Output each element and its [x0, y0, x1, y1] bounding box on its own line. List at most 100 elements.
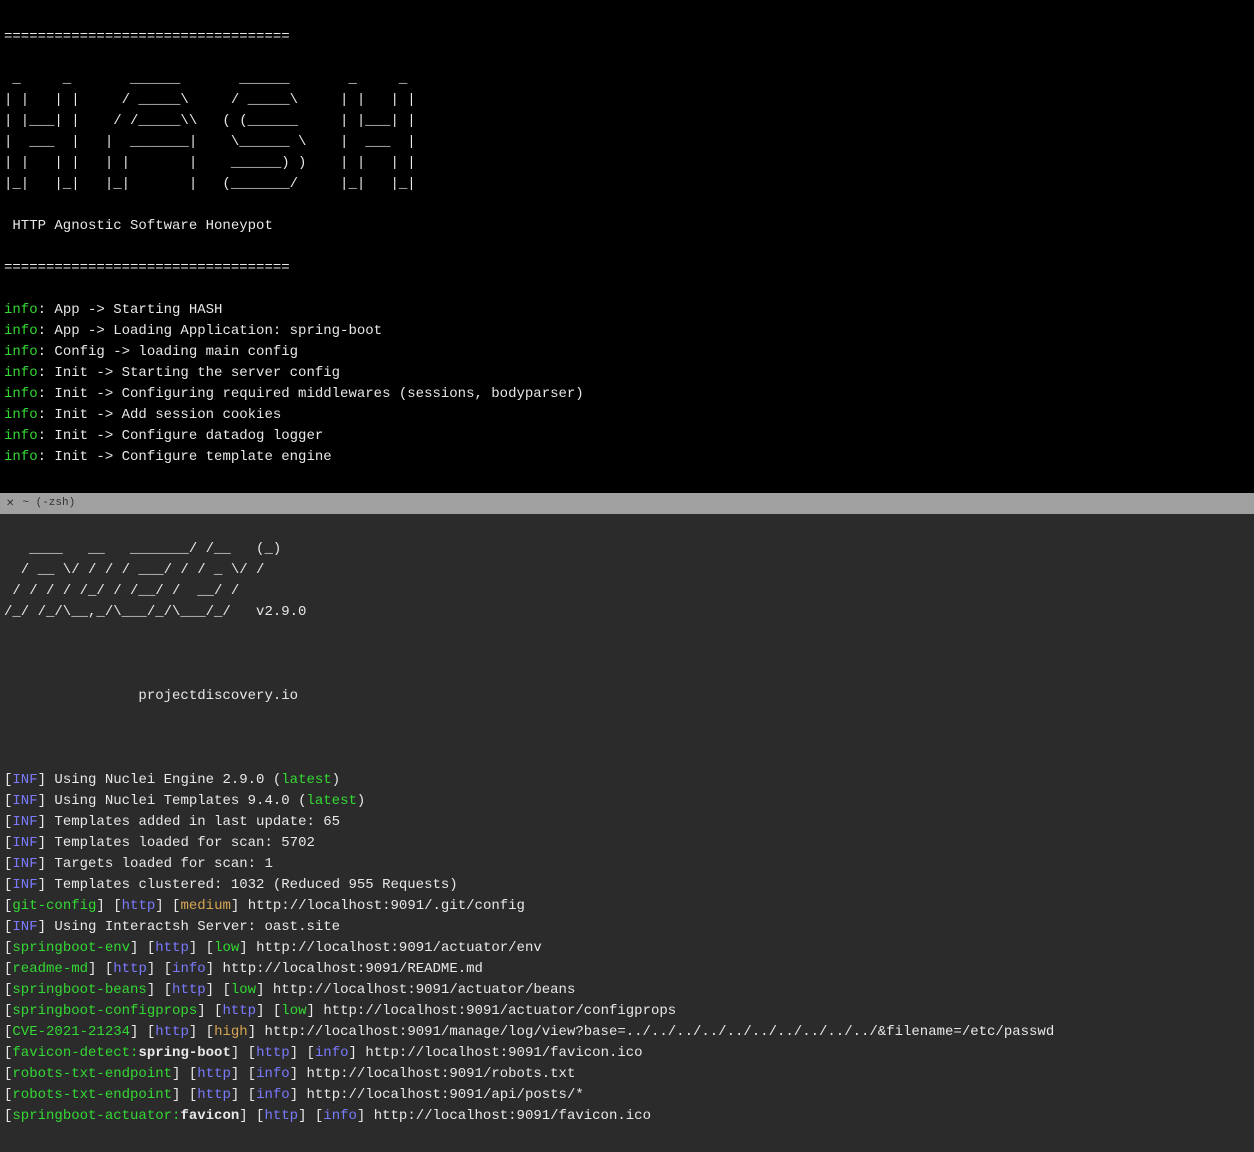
banner-rule-top: ==================================: [4, 27, 1250, 48]
pane-tab-bar[interactable]: ✕ ~ (-zsh): [0, 493, 1254, 514]
protocol-tag: http: [222, 1003, 256, 1019]
terminal-pane-bottom: ____ __ _______/ /__ (_) / __ \/ / / / _…: [0, 514, 1254, 1152]
tab-title[interactable]: ~ (-zsh): [22, 495, 75, 512]
log-line: info: App -> Starting HASH: [4, 300, 1250, 321]
protocol-tag: http: [172, 982, 206, 998]
ascii-banner-hash: _ _ ______ ______ _ _ | | | | / _____\ /…: [4, 69, 1250, 195]
severity-tag: medium: [180, 898, 230, 914]
blank-line: [4, 728, 1250, 749]
finding-name: robots-txt-endpoint: [12, 1066, 172, 1082]
log-level: info: [4, 449, 38, 465]
severity-tag: low: [214, 940, 239, 956]
log-output: info: App -> Starting HASHinfo: App -> L…: [4, 300, 1250, 468]
finding-name: robots-txt-endpoint: [12, 1087, 172, 1103]
finding-name: CVE-2021-21234: [12, 1024, 130, 1040]
log-message: : Init -> Configuring required middlewar…: [38, 386, 584, 402]
banner-rule-bottom: ==================================: [4, 258, 1250, 279]
log-line: info: Init -> Configure datadog logger: [4, 426, 1250, 447]
finding-url: http://localhost:9091/api/posts/*: [307, 1087, 584, 1103]
close-icon[interactable]: ✕: [6, 496, 14, 511]
finding-url: http://localhost:9091/actuator/beans: [273, 982, 575, 998]
finding-name: git-config: [12, 898, 96, 914]
log-line: info: Init -> Starting the server config: [4, 363, 1250, 384]
log-level: info: [4, 323, 38, 339]
protocol-tag: http: [197, 1087, 231, 1103]
finding-url: http://localhost:9091/.git/config: [248, 898, 525, 914]
finding-name: favicon-detect:: [12, 1045, 138, 1061]
finding-line: [springboot-actuator:favicon] [http] [in…: [4, 1106, 1250, 1127]
log-level: info: [4, 407, 38, 423]
log-level: info: [4, 302, 38, 318]
inf-tag: INF: [12, 919, 37, 935]
protocol-tag: http: [155, 940, 189, 956]
terminal-pane-top: ================================== _ _ _…: [0, 0, 1254, 493]
finding-line: [robots-txt-endpoint] [http] [info] http…: [4, 1085, 1250, 1106]
inf-line: [INF] Templates loaded for scan: 5702: [4, 833, 1250, 854]
inf-tag: INF: [12, 877, 37, 893]
log-level: info: [4, 386, 38, 402]
finding-url: http://localhost:9091/favicon.ico: [365, 1045, 642, 1061]
inf-tag: INF: [12, 835, 37, 851]
log-message: : Init -> Starting the server config: [38, 365, 340, 381]
protocol-tag: http: [197, 1066, 231, 1082]
latest-tag: latest: [281, 772, 331, 788]
app-subtitle: HTTP Agnostic Software Honeypot: [4, 216, 1250, 237]
severity-tag: info: [315, 1045, 349, 1061]
inf-line: [INF] Using Nuclei Engine 2.9.0 (latest): [4, 770, 1250, 791]
inf-line: [INF] Using Nuclei Templates 9.4.0 (late…: [4, 791, 1250, 812]
finding-line: [springboot-configprops] [http] [low] ht…: [4, 1001, 1250, 1022]
finding-url: http://localhost:9091/actuator/configpro…: [323, 1003, 676, 1019]
finding-line: [favicon-detect:spring-boot] [http] [inf…: [4, 1043, 1250, 1064]
tagline: projectdiscovery.io: [4, 686, 1250, 707]
finding-subname: spring-boot: [138, 1045, 230, 1061]
finding-line: [springboot-beans] [http] [low] http://l…: [4, 980, 1250, 1001]
finding-name: springboot-env: [12, 940, 130, 956]
ascii-banner-nuclei: ____ __ _______/ /__ (_) / __ \/ / / / _…: [4, 539, 1250, 623]
log-message: : App -> Loading Application: spring-boo…: [38, 323, 382, 339]
finding-name: springboot-configprops: [12, 1003, 197, 1019]
log-line: info: Init -> Configuring required middl…: [4, 384, 1250, 405]
severity-tag: info: [323, 1108, 357, 1124]
finding-url: http://localhost:9091/README.md: [223, 961, 483, 977]
log-message: : Init -> Configure template engine: [38, 449, 332, 465]
inf-tag: INF: [12, 793, 37, 809]
scan-output: [INF] Using Nuclei Engine 2.9.0 (latest)…: [4, 770, 1250, 1127]
finding-subname: favicon: [180, 1108, 239, 1124]
severity-tag: info: [256, 1066, 290, 1082]
inf-line: [INF] Templates added in last update: 65: [4, 812, 1250, 833]
latest-tag: latest: [306, 793, 356, 809]
finding-line: [git-config] [http] [medium] http://loca…: [4, 896, 1250, 917]
log-message: : Config -> loading main config: [38, 344, 298, 360]
finding-url: http://localhost:9091/actuator/env: [256, 940, 542, 956]
inf-tag: INF: [12, 772, 37, 788]
finding-url: http://localhost:9091/robots.txt: [307, 1066, 576, 1082]
severity-tag: low: [281, 1003, 306, 1019]
finding-line: [robots-txt-endpoint] [http] [info] http…: [4, 1064, 1250, 1085]
finding-name: springboot-actuator:: [12, 1108, 180, 1124]
log-line: info: App -> Loading Application: spring…: [4, 321, 1250, 342]
protocol-tag: http: [256, 1045, 290, 1061]
log-level: info: [4, 344, 38, 360]
inf-tag: INF: [12, 856, 37, 872]
severity-tag: high: [214, 1024, 248, 1040]
severity-tag: info: [172, 961, 206, 977]
finding-url: http://localhost:9091/manage/log/view?ba…: [265, 1024, 1055, 1040]
finding-name: readme-md: [12, 961, 88, 977]
protocol-tag: http: [264, 1108, 298, 1124]
finding-url: http://localhost:9091/favicon.ico: [374, 1108, 651, 1124]
finding-line: [springboot-env] [http] [low] http://loc…: [4, 938, 1250, 959]
log-level: info: [4, 365, 38, 381]
log-line: info: Init -> Configure template engine: [4, 447, 1250, 468]
finding-name: springboot-beans: [12, 982, 146, 998]
log-line: info: Config -> loading main config: [4, 342, 1250, 363]
log-message: : Init -> Add session cookies: [38, 407, 282, 423]
log-level: info: [4, 428, 38, 444]
inf-line: [INF] Templates clustered: 1032 (Reduced…: [4, 875, 1250, 896]
log-message: : App -> Starting HASH: [38, 302, 223, 318]
blank-line: [4, 644, 1250, 665]
severity-tag: low: [231, 982, 256, 998]
severity-tag: info: [256, 1087, 290, 1103]
inf-line: [INF] Targets loaded for scan: 1: [4, 854, 1250, 875]
log-message: : Init -> Configure datadog logger: [38, 428, 324, 444]
protocol-tag: http: [113, 961, 147, 977]
